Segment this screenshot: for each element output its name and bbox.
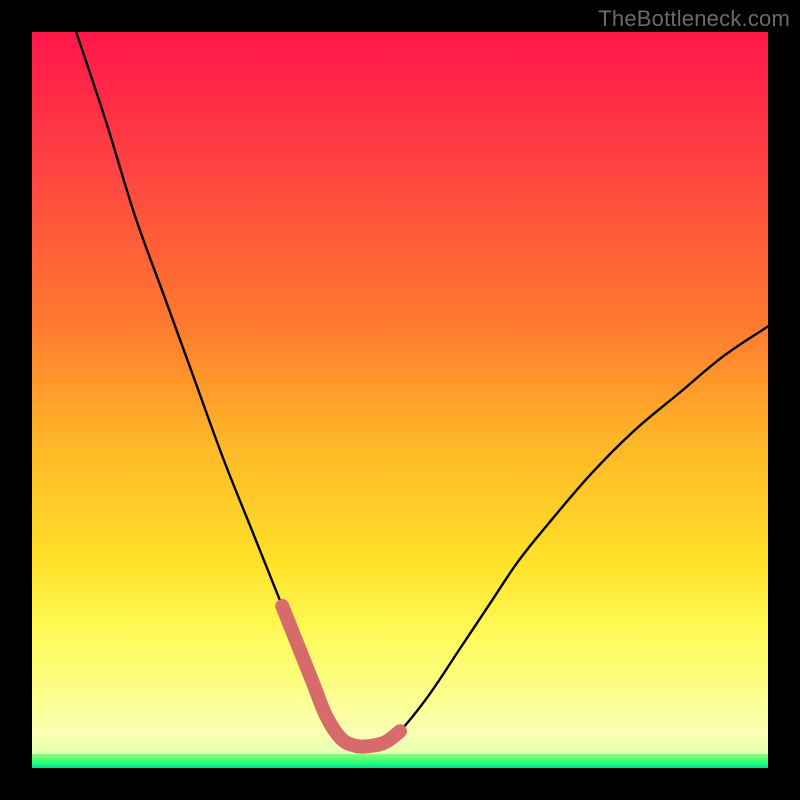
curve-svg xyxy=(32,32,768,768)
plot-area xyxy=(32,32,768,768)
watermark-text: TheBottleneck.com xyxy=(598,6,790,32)
bottleneck-curve xyxy=(76,32,768,747)
chart-frame: TheBottleneck.com xyxy=(0,0,800,800)
trough-highlight xyxy=(282,606,400,747)
